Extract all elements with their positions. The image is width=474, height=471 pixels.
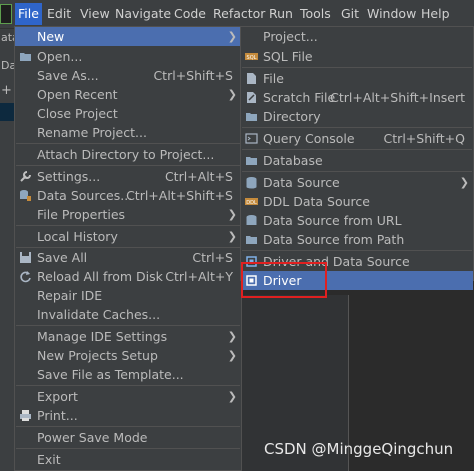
watermark: CSDN @MinggeQingchun: [264, 440, 454, 458]
chevron-right-icon: ❯: [227, 88, 237, 101]
file-menu-item-local-history[interactable]: Local History ❯: [15, 227, 241, 246]
file-menu: New ❯ Open... Save As... Ctrl+Shift+S Open…: [14, 26, 242, 471]
menu-divider: [16, 165, 240, 166]
menu-divider: [242, 171, 472, 172]
database-icon: [246, 157, 257, 165]
file-menu-item-invalidate-caches[interactable]: Invalidate Caches...: [15, 305, 241, 324]
menu-divider: [16, 143, 240, 144]
annotation-highlight-box: [241, 262, 327, 298]
menu-divider: [16, 385, 240, 386]
file-menu-item-open[interactable]: Open...: [15, 47, 241, 66]
scratch-file-icon: [247, 92, 256, 103]
chevron-right-icon: ❯: [227, 30, 237, 43]
data-source-url-icon: [246, 215, 257, 225]
print-icon: [20, 410, 31, 421]
file-menu-item-data-sources[interactable]: Data Sources... Ctrl+Alt+Shift+S: [15, 186, 241, 205]
new-menu-item-project[interactable]: Project...: [241, 27, 473, 46]
file-menu-item-reload-all[interactable]: Reload All from Disk Ctrl+Alt+Y: [15, 267, 241, 286]
menu-divider: [242, 67, 472, 68]
menu-code[interactable]: Code: [171, 3, 209, 25]
chevron-right-icon: ❯: [227, 208, 237, 221]
menu-run[interactable]: Run: [266, 3, 296, 25]
file-menu-item-new-projects-setup[interactable]: New Projects Setup ❯: [15, 346, 241, 365]
file-menu-item-file-properties[interactable]: File Properties ❯: [15, 205, 241, 224]
file-menu-item-rename-project[interactable]: Rename Project...: [15, 123, 241, 142]
file-menu-item-settings[interactable]: Settings... Ctrl+Alt+S: [15, 167, 241, 186]
menu-refactor[interactable]: Refactor: [210, 3, 268, 25]
menu-divider: [16, 448, 240, 449]
chevron-right-icon: ❯: [227, 330, 237, 343]
app-logo-icon: [0, 4, 12, 24]
add-icon[interactable]: +: [1, 83, 12, 98]
new-menu-item-sql-file[interactable]: SQL SQL File: [241, 47, 473, 66]
new-menu-item-database[interactable]: Database: [241, 151, 473, 170]
menu-navigate[interactable]: Navigate: [112, 3, 174, 25]
save-icon: [20, 252, 31, 263]
file-menu-item-attach-directory[interactable]: Attach Directory to Project...: [15, 145, 241, 164]
svg-text:SQL: SQL: [247, 55, 257, 61]
menu-file[interactable]: File: [15, 3, 42, 25]
menu-divider: [16, 225, 240, 226]
sql-file-icon: SQL: [245, 53, 258, 61]
file-icon: [247, 73, 256, 84]
file-menu-item-new[interactable]: New ❯: [15, 27, 241, 46]
new-menu-item-ddl-data-source[interactable]: DDL DDL Data Source: [241, 192, 473, 211]
wrench-icon: [20, 171, 31, 182]
file-menu-item-exit[interactable]: Exit: [15, 450, 241, 469]
new-menu-item-data-source-from-url[interactable]: Data Source from URL: [241, 211, 473, 230]
chevron-right-icon: ❯: [227, 390, 237, 403]
chevron-right-icon: ❯: [227, 230, 237, 243]
menu-help[interactable]: Help: [418, 3, 453, 25]
menu-edit[interactable]: Edit: [44, 3, 74, 25]
menu-git[interactable]: Git: [338, 3, 362, 25]
menu-view[interactable]: View: [77, 3, 113, 25]
ddl-data-source-icon: DDL: [245, 198, 258, 206]
file-menu-item-repair-ide[interactable]: Repair IDE: [15, 286, 241, 305]
file-menu-item-save-all[interactable]: Save All Ctrl+S: [15, 248, 241, 267]
menu-bar: File Edit View Navigate Code Refactor Ru…: [0, 0, 474, 29]
new-menu-item-data-source[interactable]: Data Source ❯: [241, 173, 473, 192]
file-menu-item-print[interactable]: Print...: [15, 406, 241, 425]
menu-tools[interactable]: Tools: [297, 3, 334, 25]
menu-divider: [16, 325, 240, 326]
menu-divider: [242, 250, 472, 251]
new-menu-item-file[interactable]: File: [241, 69, 473, 88]
directory-icon: [246, 113, 257, 121]
new-menu-item-scratch-file[interactable]: Scratch File Ctrl+Alt+Shift+Insert: [241, 88, 473, 107]
menu-window[interactable]: Window: [364, 3, 419, 25]
chevron-right-icon: ❯: [227, 349, 237, 362]
data-source-path-icon: [246, 236, 257, 244]
svg-text:DDL: DDL: [246, 200, 257, 206]
file-menu-item-power-save-mode[interactable]: Power Save Mode: [15, 428, 241, 447]
file-menu-item-save-file-as-template[interactable]: Save File as Template...: [15, 365, 241, 384]
new-menu-item-directory[interactable]: Directory: [241, 107, 473, 126]
menu-divider: [242, 127, 472, 128]
menu-divider: [16, 426, 240, 427]
new-submenu: Project... SQL SQL File File Scratch Fil…: [240, 26, 474, 290]
file-menu-item-save-as[interactable]: Save As... Ctrl+Shift+S: [15, 66, 241, 85]
chevron-right-icon: ❯: [459, 176, 469, 189]
data-sources-icon: [20, 190, 31, 201]
new-menu-item-data-source-from-path[interactable]: Data Source from Path: [241, 230, 473, 249]
file-menu-item-close-project[interactable]: Close Project: [15, 104, 241, 123]
file-menu-item-open-recent[interactable]: Open Recent ❯: [15, 85, 241, 104]
new-menu-item-query-console[interactable]: Query Console Ctrl+Shift+Q: [241, 129, 473, 148]
reload-icon: [20, 271, 31, 283]
file-menu-item-manage-ide-settings[interactable]: Manage IDE Settings ❯: [15, 327, 241, 346]
query-console-icon: [245, 133, 258, 144]
data-source-icon: [246, 177, 257, 189]
folder-icon: [20, 53, 31, 61]
file-menu-item-export[interactable]: Export ❯: [15, 387, 241, 406]
menu-divider: [242, 149, 472, 150]
